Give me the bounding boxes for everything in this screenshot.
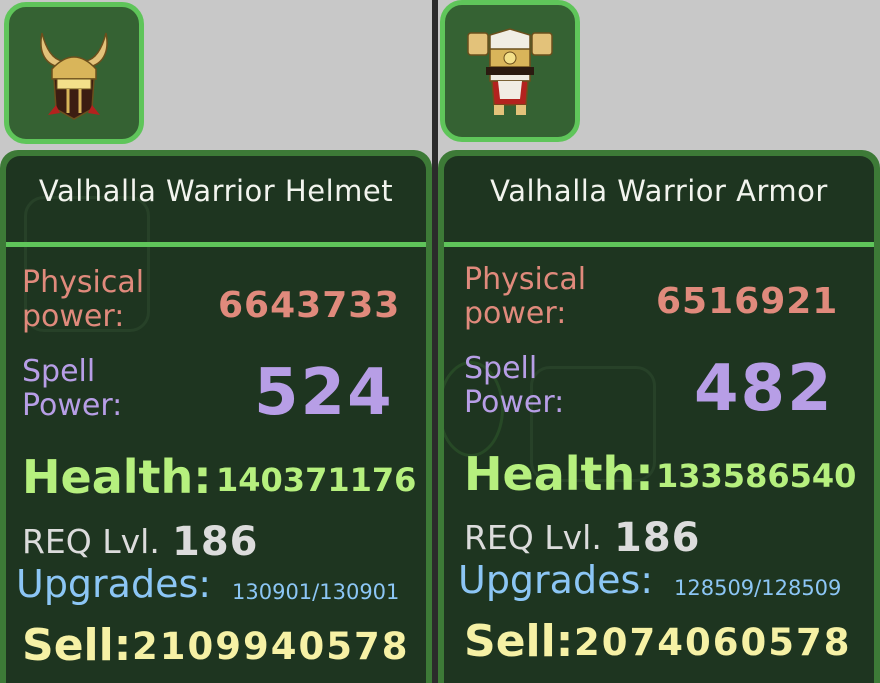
physical-power-label: Physical power: [22,265,145,334]
horned-helmet-icon [40,32,108,120]
req-level-label: REQ Lvl. [464,518,602,557]
item-slot-armor[interactable] [440,0,580,142]
upgrades-label: Upgrades: [16,562,212,606]
item-slot-helmet[interactable] [4,2,144,144]
chest-armor-icon [467,28,553,115]
health-label: Health: [22,450,212,504]
req-level-value: 186 [614,515,701,561]
item-title: Valhalla Warrior Helmet [38,174,394,208]
item-column-armor: Valhalla Warrior Armor Physical power: 6… [436,0,880,683]
health-value: 140371176 [216,461,417,499]
sell-label: Sell: [22,620,132,671]
tooltip-body: Valhalla Warrior Helmet Physical power: … [6,156,426,683]
spell-power-label: Spell Power: [464,351,565,420]
upgrades-value: 128509/128509 [674,576,842,600]
health-value: 133586540 [656,457,857,495]
req-level-label: REQ Lvl. [22,522,160,561]
spell-power-label: Spell Power: [22,354,123,423]
req-level-value: 186 [172,519,259,565]
upgrades-value: 130901/130901 [232,580,400,604]
item-tooltip-armor: Valhalla Warrior Armor Physical power: 6… [438,150,880,683]
tooltip-body: Valhalla Warrior Armor Physical power: 6… [444,156,874,683]
health-label: Health: [464,447,654,501]
sell-label: Sell: [464,616,574,667]
physical-power-label: Physical power: [464,262,587,331]
title-divider [444,242,874,247]
physical-power-value: 6516921 [656,281,839,322]
sell-value: 2074060578 [574,621,852,664]
spell-power-value: 482 [694,352,834,426]
item-tooltip-helmet: Valhalla Warrior Helmet Physical power: … [0,150,432,683]
spell-power-value: 524 [254,356,394,430]
upgrades-label: Upgrades: [458,558,654,602]
item-column-helmet: Valhalla Warrior Helmet Physical power: … [0,0,436,683]
title-divider [6,242,426,247]
physical-power-value: 6643733 [218,285,401,326]
sell-value: 2109940578 [132,625,410,668]
item-title: Valhalla Warrior Armor [490,174,828,208]
